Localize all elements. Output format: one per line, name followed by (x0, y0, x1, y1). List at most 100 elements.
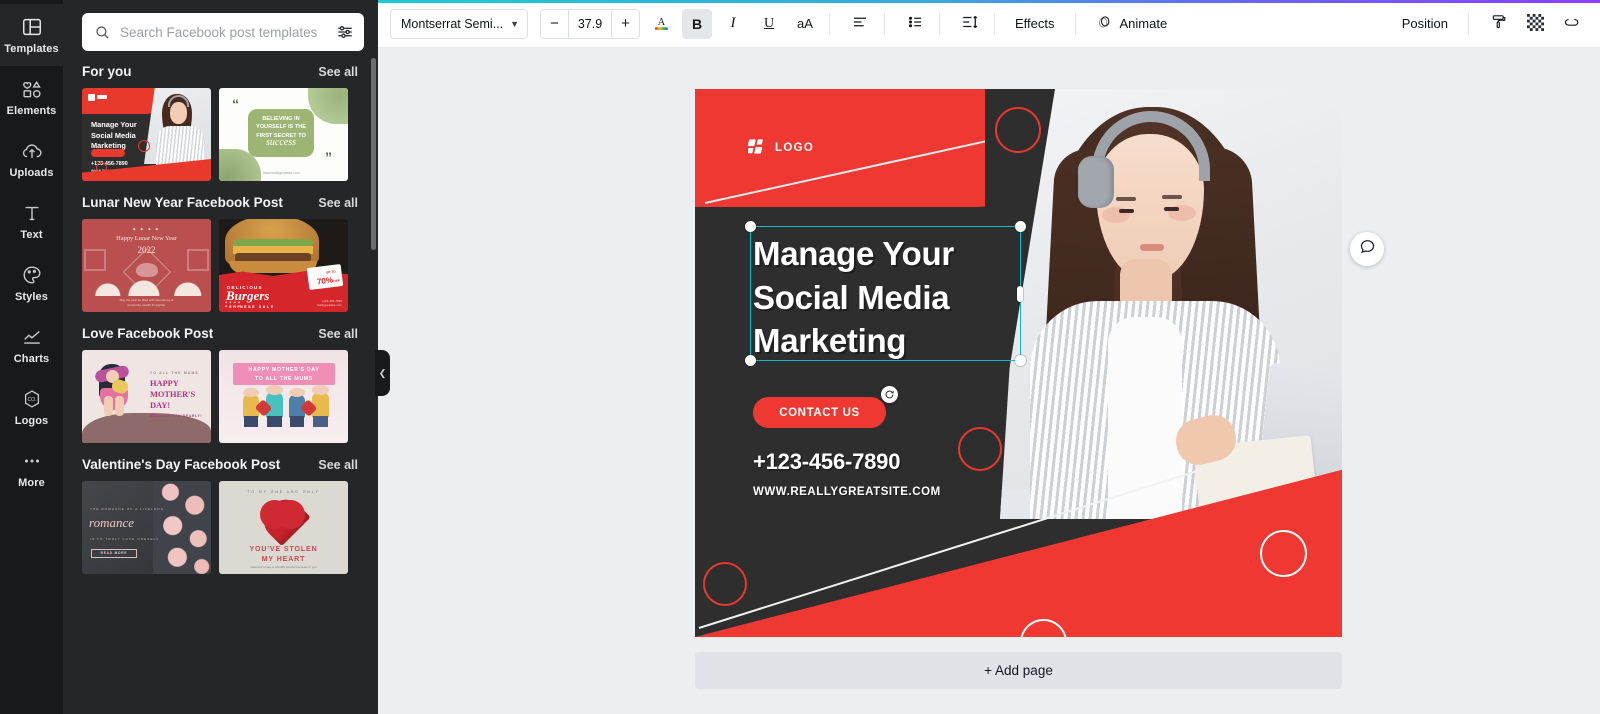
text-case-label: aA (797, 16, 813, 31)
section-header: Valentine's Day Facebook Post See all (82, 448, 378, 481)
resize-handle-top-left[interactable] (745, 221, 756, 232)
section-valentines-day: Valentine's Day Facebook Post See all TH… (82, 448, 378, 574)
template-card[interactable]: HAPPY MOTHER'S DAY TO ALL THE MUMS (219, 350, 348, 443)
search-area (63, 0, 378, 57)
italic-label: I (730, 15, 736, 31)
sidebar-item-templates[interactable]: Templates (0, 4, 63, 66)
effects-button[interactable]: Effects (1004, 9, 1066, 39)
toolbar-divider (1468, 12, 1469, 35)
sidebar-item-charts[interactable]: Charts (0, 314, 63, 376)
toolbar-divider (829, 12, 830, 35)
sidebar-item-label: Uploads (9, 166, 54, 179)
logos-icon: CO. (21, 388, 43, 410)
sidebar-item-logos[interactable]: CO. Logos (0, 376, 63, 438)
contact-us-button[interactable]: CONTACT US (753, 397, 886, 428)
font-size-input[interactable]: 37.9 (568, 9, 612, 38)
search-input[interactable] (111, 24, 336, 40)
animate-icon (1096, 14, 1113, 34)
align-button[interactable] (845, 9, 875, 39)
sidebar-item-elements[interactable]: Elements (0, 66, 63, 128)
sidebar-item-text[interactable]: Text (0, 190, 63, 252)
svg-text:CO.: CO. (27, 397, 36, 403)
paint-roller-icon (1490, 13, 1508, 34)
see-all-link[interactable]: See all (318, 458, 358, 472)
template-card[interactable]: DELICIOUS Burgers CHINESE SALE UP TO 70%… (219, 219, 348, 312)
template-card[interactable]: THE ROMANCE OF A LIFELONG romance IS TO … (82, 481, 211, 574)
headline-text[interactable]: Manage Your Social Media Marketing (753, 232, 1023, 363)
decorative-ring (958, 427, 1002, 471)
bold-button[interactable]: B (682, 8, 712, 39)
underline-label: U (763, 15, 775, 31)
sidebar-item-label: Logos (14, 414, 49, 427)
line-spacing-button[interactable] (955, 9, 985, 39)
copy-style-button[interactable] (1484, 9, 1514, 39)
svg-text:A: A (657, 16, 665, 27)
template-card[interactable]: TO ALL THE MUMS HAPPY MOTHER'S DAY! WE LOV… (82, 350, 211, 443)
add-page-button[interactable]: + Add page (695, 652, 1342, 689)
bold-label: B (691, 15, 703, 32)
comment-button[interactable] (1350, 232, 1384, 266)
section-title: Love Facebook Post (82, 326, 214, 341)
search-box[interactable] (82, 13, 364, 51)
collapse-panel-button[interactable]: ❮ (375, 350, 390, 396)
sidebar-item-more[interactable]: More (0, 438, 63, 500)
filter-sliders-icon[interactable] (336, 23, 354, 41)
bullet-list-button[interactable] (900, 9, 930, 39)
comment-bubble-icon (1359, 238, 1376, 260)
website-text[interactable]: WWW.REALLYGREATSITE.COM (753, 486, 941, 498)
sidebar-item-label: Elements (6, 104, 57, 117)
template-card[interactable]: ◆ ◆ ◆ ◆ Happy Lunar New Year 2022 May th… (82, 219, 211, 312)
template-row: ◆ ◆ ◆ ◆ Happy Lunar New Year 2022 May th… (82, 219, 378, 312)
font-size-stepper: − 37.9 + (540, 8, 640, 39)
top-red-shape (695, 89, 1035, 207)
text-icon (21, 202, 43, 224)
link-button[interactable] (1556, 9, 1586, 39)
sidebar-item-label: Text (20, 228, 43, 241)
hero-photo (1000, 89, 1342, 519)
sidebar-item-styles[interactable]: Styles (0, 252, 63, 314)
template-card[interactable]: “ ” BELIEVING IN YOURSELF IS THE FIRST SEC… (219, 88, 348, 181)
chevron-left-icon: ❮ (378, 367, 387, 378)
section-for-you: For you See all Manage Your Social Media… (82, 55, 378, 181)
text-case-button[interactable]: aA (790, 9, 820, 39)
toolbar-divider (994, 12, 995, 35)
template-row: TO ALL THE MUMS HAPPY MOTHER'S DAY! WE LOV… (82, 350, 378, 443)
section-header: For you See all (82, 55, 378, 88)
underline-button[interactable]: U (754, 9, 784, 39)
italic-button[interactable]: I (718, 9, 748, 39)
section-header: Lunar New Year Facebook Post See all (82, 186, 378, 219)
left-rail: Templates Elements Uploads Text Styles C… (0, 0, 63, 714)
align-left-icon (851, 13, 869, 34)
section-title: Valentine's Day Facebook Post (82, 457, 281, 472)
see-all-link[interactable]: See all (318, 327, 358, 341)
decrease-font-size-button[interactable]: − (541, 9, 568, 38)
animate-button[interactable]: Animate (1085, 9, 1179, 39)
template-card[interactable]: Manage Your Social Media Marketing +123-45… (82, 88, 211, 181)
text-color-button[interactable]: A (646, 9, 676, 39)
sidebar-item-uploads[interactable]: Uploads (0, 128, 63, 190)
see-all-link[interactable]: See all (318, 65, 358, 79)
phone-number-text[interactable]: +123-456-7890 (753, 449, 900, 475)
section-title: Lunar New Year Facebook Post (82, 195, 283, 210)
sidebar-item-label: More (18, 476, 45, 489)
animate-label: Animate (1119, 16, 1168, 31)
section-love: Love Facebook Post See all TO ALL THE MU… (82, 317, 378, 443)
add-page-label: + Add page (984, 663, 1053, 678)
design-canvas[interactable]: LOGO Manage Your Social Media Marketing (695, 89, 1342, 637)
rotate-handle-icon[interactable] (881, 386, 898, 403)
increase-font-size-button[interactable]: + (612, 9, 639, 38)
line-spacing-icon (961, 13, 979, 34)
bullet-list-icon (906, 13, 924, 34)
font-family-select[interactable]: Montserrat Semi... ▼ (390, 8, 528, 39)
position-button[interactable]: Position (1391, 9, 1459, 39)
link-icon (1562, 13, 1581, 35)
panel-scrollbar[interactable] (371, 58, 376, 250)
template-row: Manage Your Social Media Marketing +123-45… (82, 88, 378, 181)
toolbar-accent-bar (378, 0, 1600, 3)
position-label: Position (1401, 16, 1448, 31)
templates-icon (21, 16, 43, 38)
transparency-button[interactable] (1520, 9, 1550, 39)
template-card[interactable]: TO MY ONE AND ONLY YOU'VE STOLEN MY HEART… (219, 481, 348, 574)
logo-lockup: LOGO (747, 138, 814, 157)
see-all-link[interactable]: See all (318, 196, 358, 210)
